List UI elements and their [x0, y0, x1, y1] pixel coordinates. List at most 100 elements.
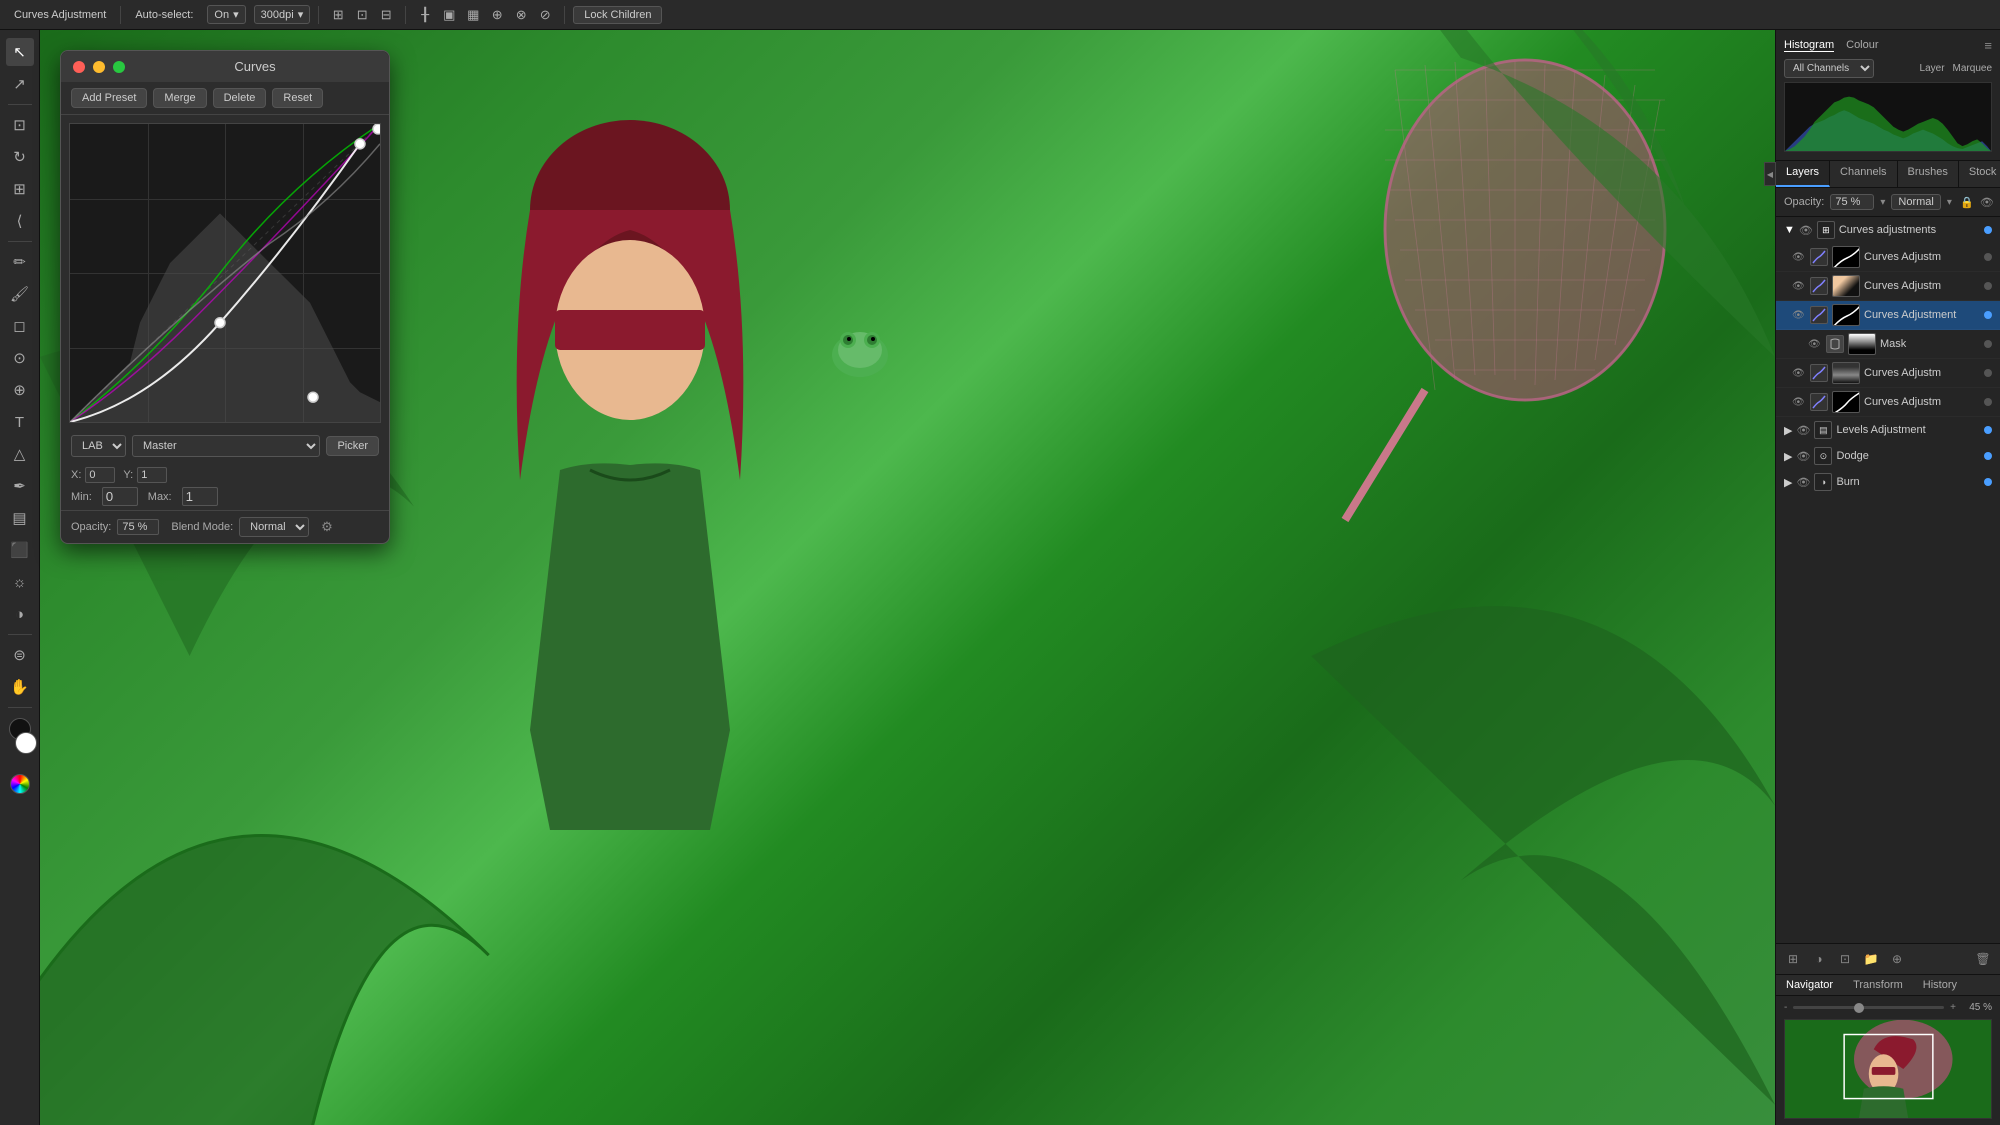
curves-graph[interactable] [69, 123, 381, 423]
transform5-icon[interactable]: ⊗ [510, 4, 532, 26]
gradient-tool[interactable]: ▤ [6, 504, 34, 532]
transform4-icon[interactable]: ⊕ [486, 4, 508, 26]
layer-mask-item[interactable]: 👁 Mask [1776, 330, 2000, 359]
crop-tool[interactable]: ⊡ [6, 111, 34, 139]
curves-settings-icon[interactable]: ⚙ [321, 519, 333, 535]
dodge-tool[interactable]: ☼ [6, 568, 34, 596]
delete-button[interactable]: Delete [213, 88, 267, 108]
layer-dot-1 [1984, 253, 1992, 261]
histogram-menu-icon[interactable]: ≡ [1984, 38, 1992, 53]
hist-mode-row: Layer Marquee [1920, 63, 1992, 74]
marquee-option[interactable]: Marquee [1953, 63, 1992, 74]
layer-group-curves-adjustments[interactable]: ▼ 👁 ⊞ Curves adjustments [1776, 217, 2000, 243]
add-layer-action[interactable]: ⊞ [1782, 948, 1804, 970]
move-tool[interactable]: ↖ [6, 38, 34, 66]
visibility-icon[interactable]: 👁 [1978, 193, 1996, 211]
opacity-expand-icon[interactable]: ▾ [1880, 197, 1885, 208]
select-tool[interactable]: ↗ [6, 70, 34, 98]
colour-tab[interactable]: Colour [1846, 39, 1878, 52]
color-mode-select[interactable]: LAB [71, 435, 126, 457]
text-tool[interactable]: T [6, 408, 34, 436]
burn-tool[interactable]: ◑ [6, 600, 34, 628]
zoom-slider[interactable] [1793, 1006, 1944, 1009]
shape-tool[interactable]: △ [6, 440, 34, 468]
tab-navigator[interactable]: Navigator [1776, 975, 1843, 995]
paint-tool[interactable]: ✏ [6, 248, 34, 276]
warp-tool[interactable]: ⟨ [6, 207, 34, 235]
lock-icon[interactable]: 🔒 [1958, 193, 1976, 211]
clone-tool[interactable]: ⊙ [6, 344, 34, 372]
auto-select-dropdown[interactable]: On ▾ [207, 5, 245, 24]
merge-button[interactable]: Merge [153, 88, 206, 108]
y-input[interactable] [137, 467, 167, 483]
layer-option[interactable]: Layer [1920, 63, 1945, 74]
blend-mode-label: Blend Mode: [171, 521, 233, 533]
layer-group-dodge[interactable]: ▶ 👁 ⊙ Dodge [1776, 443, 2000, 469]
blend-mode-select[interactable]: Normal [239, 517, 309, 537]
transform1-icon[interactable]: ╂ [414, 4, 436, 26]
picker-button[interactable]: Picker [326, 436, 379, 456]
x-input[interactable] [85, 467, 115, 483]
min-input[interactable] [102, 487, 138, 506]
group-name: Curves adjustments [1839, 224, 1980, 236]
burn-adj-icon: ◑ [1814, 473, 1832, 491]
heal-tool[interactable]: ⊕ [6, 376, 34, 404]
layer-item-curves3[interactable]: 👁 Curves Adjustment [1776, 301, 2000, 330]
mask-action[interactable]: ⊡ [1834, 948, 1856, 970]
hand-tool[interactable]: ✋ [6, 673, 34, 701]
transform6-icon[interactable]: ⊘ [534, 4, 556, 26]
transform2-icon[interactable]: ▣ [438, 4, 460, 26]
dpi-dropdown[interactable]: 300dpi ▾ [254, 5, 311, 24]
rotate-tool[interactable]: ↻ [6, 143, 34, 171]
delete-layer-action[interactable]: 🗑 [1972, 948, 1994, 970]
eraser-tool[interactable]: ◻ [6, 312, 34, 340]
blend-mode-display[interactable]: Normal [1891, 194, 1940, 210]
curves-close-button[interactable] [73, 61, 85, 73]
panel-collapse-button[interactable]: ◀ [1764, 162, 1776, 186]
navigator-preview[interactable] [1784, 1019, 1992, 1119]
background-color[interactable] [15, 732, 37, 754]
layer-item-curves4[interactable]: 👁 Curves Adjustm [1776, 359, 2000, 388]
zoom-out-icon[interactable]: - [1784, 1002, 1787, 1013]
pen-tool[interactable]: ✒ [6, 472, 34, 500]
transform-tool[interactable]: ⊞ [6, 175, 34, 203]
color-picker-tool[interactable] [6, 770, 34, 798]
curves-minimize-button[interactable] [93, 61, 105, 73]
layer-item-curves5[interactable]: 👁 Curves Adjustm [1776, 388, 2000, 417]
zoom-in-icon[interactable]: + [1950, 1002, 1956, 1013]
align-left-icon[interactable]: ⊞ [327, 4, 349, 26]
mask-adj-icon [1826, 335, 1844, 353]
tab-stock[interactable]: Stock [1959, 161, 2000, 187]
channel-select[interactable]: Master [132, 435, 320, 457]
brush-tool[interactable]: 🖌 [6, 280, 34, 308]
layer-opacity-input[interactable] [1830, 194, 1874, 210]
curves-maximize-button[interactable] [113, 61, 125, 73]
group-dot [1984, 226, 1992, 234]
layer-item-curves1[interactable]: 👁 Curves Adjustm [1776, 243, 2000, 272]
layer-group-burn[interactable]: ▶ 👁 ◑ Burn [1776, 469, 2000, 495]
tab-transform[interactable]: Transform [1843, 975, 1913, 995]
clone-action[interactable]: ⊕ [1886, 948, 1908, 970]
reset-button[interactable]: Reset [272, 88, 323, 108]
histogram-tab[interactable]: Histogram [1784, 39, 1834, 52]
adjustment-layer-action[interactable]: ◑ [1808, 948, 1830, 970]
tab-brushes[interactable]: Brushes [1898, 161, 1959, 187]
blend-expand-icon[interactable]: ▾ [1947, 197, 1952, 208]
align-center-icon[interactable]: ⊡ [351, 4, 373, 26]
align-right-icon[interactable]: ⊟ [375, 4, 397, 26]
max-input[interactable] [182, 487, 218, 506]
new-group-action[interactable]: 📁 [1860, 948, 1882, 970]
transform3-icon[interactable]: ▦ [462, 4, 484, 26]
tab-layers[interactable]: Layers [1776, 161, 1830, 187]
layer-item-curves2[interactable]: 👁 Curves Adjustm [1776, 272, 2000, 301]
hist-channel-select[interactable]: All Channels [1784, 59, 1874, 78]
tab-channels[interactable]: Channels [1830, 161, 1897, 187]
fill-tool[interactable]: ⬛ [6, 536, 34, 564]
layer-group-levels[interactable]: ▶ 👁 ▤ Levels Adjustment [1776, 417, 2000, 443]
tab-history[interactable]: History [1913, 975, 1967, 995]
lock-children-button[interactable]: Lock Children [573, 6, 662, 24]
add-preset-button[interactable]: Add Preset [71, 88, 147, 108]
zoom-tool[interactable]: ⊜ [6, 641, 34, 669]
levels-adj-icon: ▤ [1814, 421, 1832, 439]
opacity-input[interactable] [117, 519, 159, 535]
